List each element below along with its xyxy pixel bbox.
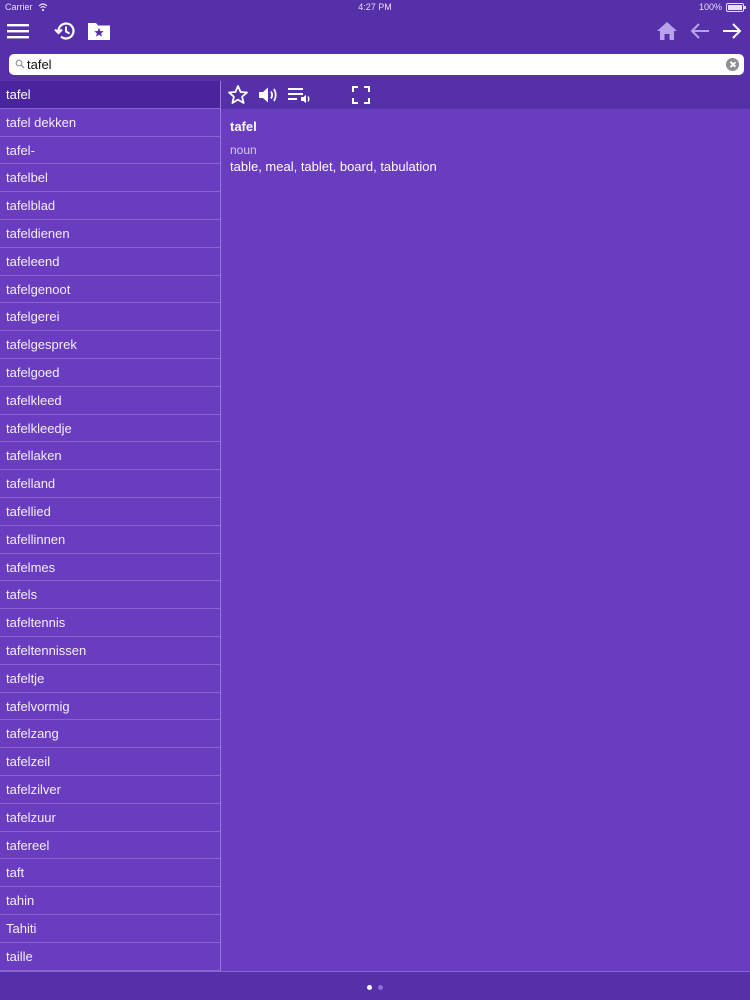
forward-arrow-icon (723, 23, 742, 39)
word-list-item[interactable]: tafel (0, 81, 220, 109)
status-battery-percent: 100% (698, 2, 722, 12)
word-list-item[interactable]: tafeltje (0, 665, 220, 693)
search-icon (15, 59, 25, 69)
word-list-item[interactable]: tafelzeil (0, 748, 220, 776)
word-list-item[interactable]: tafelgoed (0, 359, 220, 387)
search-input[interactable] (27, 54, 727, 75)
word-list-item[interactable]: tafelzilver (0, 776, 220, 804)
word-list-item[interactable]: tafel- (0, 137, 220, 165)
entry-definition: table, meal, tablet, board, tabulation (230, 159, 437, 174)
word-list-item[interactable]: tafelblad (0, 192, 220, 220)
word-list-item[interactable]: tafelmes (0, 554, 220, 582)
dictionary-app: Carrier 4:27 PM 100% tafel tafel tafel d… (0, 0, 750, 1000)
word-list-item[interactable]: tafereel (0, 832, 220, 860)
word-list-item[interactable]: tafelland (0, 470, 220, 498)
history-button[interactable] (53, 19, 77, 43)
word-list-item[interactable]: tafelgerei (0, 303, 220, 332)
fullscreen-button[interactable] (352, 86, 370, 104)
word-list[interactable]: tafel tafel dekken tafel-tafelbel tafelblad… (0, 81, 220, 971)
word-list-item[interactable]: tafeltennis (0, 609, 220, 637)
pronounce-button[interactable] (257, 84, 281, 106)
fullscreen-icon (352, 86, 370, 104)
favorites-folder-icon (88, 23, 110, 40)
entry-headword: tafel (230, 119, 257, 134)
search-bar (9, 54, 744, 75)
home-button[interactable] (656, 21, 678, 41)
menu-icon (7, 24, 29, 39)
entry-toolbar (221, 81, 750, 109)
word-list-item[interactable]: tafellaken (0, 442, 220, 471)
entry-part-of-speech: noun (230, 143, 257, 157)
favorites-button[interactable] (87, 20, 111, 42)
entry-detail: tafel noun table, meal, tablet, board, t… (221, 109, 750, 971)
word-list-item[interactable]: tafelgesprek (0, 331, 220, 359)
forward-button[interactable] (721, 21, 743, 41)
bottom-bar (0, 971, 750, 1000)
star-icon (228, 85, 248, 104)
back-button[interactable] (689, 21, 711, 41)
status-bar: Carrier 4:27 PM 100% (0, 0, 750, 16)
word-list-item[interactable]: tafelbel (0, 164, 220, 193)
home-icon (657, 22, 677, 40)
word-list-item[interactable]: tafelkleed (0, 387, 220, 415)
battery-icon (726, 3, 746, 12)
history-icon (54, 22, 75, 40)
word-list-item[interactable]: taille (0, 943, 220, 971)
menu-button[interactable] (7, 21, 29, 41)
word-list-item[interactable]: tafeldienen (0, 220, 220, 248)
top-toolbar: Carrier 4:27 PM 100% (0, 0, 750, 81)
favorite-button[interactable] (227, 84, 249, 106)
word-list-item[interactable]: taft (0, 859, 220, 888)
page-dot-2[interactable] (378, 985, 383, 990)
word-list-item[interactable]: tafelzuur (0, 804, 220, 832)
back-arrow-icon (690, 23, 709, 39)
speaker-icon (259, 87, 277, 103)
word-list-item[interactable]: Tahiti (0, 915, 220, 943)
word-list-item[interactable]: tafelvormig (0, 693, 220, 721)
status-time: 4:27 PM (358, 2, 392, 12)
word-list-item[interactable]: tafeleend (0, 248, 220, 276)
playlist-audio-icon (288, 88, 310, 104)
word-list-item[interactable]: tafellinnen (0, 526, 220, 554)
word-list-item[interactable]: tafels (0, 581, 220, 610)
clear-search-icon[interactable] (726, 58, 739, 71)
word-list-item[interactable]: tafel dekken (0, 109, 220, 137)
word-list-item[interactable]: tafeltennissen (0, 637, 220, 665)
word-list-item[interactable]: tafelgenoot (0, 276, 220, 304)
page-dot-1[interactable] (367, 985, 372, 990)
word-list-item[interactable]: tafelkleedje (0, 415, 220, 443)
word-list-item[interactable]: tafellied (0, 498, 220, 526)
word-list-item[interactable]: tafelzang (0, 720, 220, 749)
word-list-item[interactable]: tahin (0, 887, 220, 915)
audio-playlist-button[interactable] (287, 85, 313, 105)
